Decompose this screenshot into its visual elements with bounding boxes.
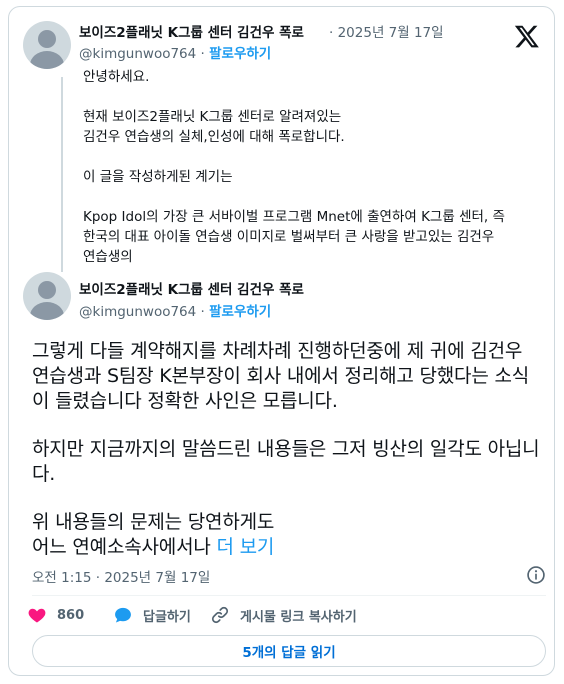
x-logo-icon[interactable] — [514, 23, 540, 49]
separator-dot: · — [200, 46, 205, 62]
embedded-tweet-card: 보이즈2플래닛 K그룹 센터 김건우 폭로 · 2025년 7월 17일 @ki… — [8, 6, 555, 676]
copy-link-button[interactable]: 게시물 링크 복사하기 — [210, 604, 357, 626]
quoted-paragraph: 현재 보이즈2플래닛 K그룹 센터로 알려져있는 김건우 연습생의 실체,인성에… — [83, 109, 345, 145]
tweet-paragraph: 그렇게 다들 계약해지를 차례차례 진행하던중에 제 귀에 김건우 연습생과 S… — [32, 340, 529, 412]
reply-button[interactable]: 답글하기 — [113, 604, 191, 626]
handle-row: @kimgunwoo764 · 팔로우하기 — [79, 300, 271, 320]
tweet-line: 어느 연예소속사에서나 — [32, 536, 211, 558]
heart-icon — [28, 608, 46, 623]
thread-line — [61, 77, 63, 272]
tweet-timestamp[interactable]: 오전 1:15 · 2025년 7월 17일 — [32, 566, 210, 586]
show-more-link[interactable]: 더 보기 — [216, 536, 274, 558]
copy-link-label: 게시물 링크 복사하기 — [240, 609, 357, 625]
post-date[interactable]: · 2025년 7월 17일 — [329, 21, 444, 41]
author-name[interactable]: 보이즈2플래닛 K그룹 센터 김건우 폭로 — [79, 21, 304, 41]
quoted-tweet-text: 안녕하세요. 현재 보이즈2플래닛 K그룹 센터로 알려져있는 김건우 연습생의… — [83, 67, 543, 287]
info-icon[interactable] — [526, 565, 546, 585]
reply-label: 답글하기 — [143, 609, 191, 625]
speech-bubble-icon — [115, 607, 131, 623]
author-name[interactable]: 보이즈2플래닛 K그룹 센터 김건우 폭로 — [79, 278, 304, 298]
separator-dot: · — [200, 304, 205, 320]
read-replies-button[interactable]: 5개의 답글 읽기 — [32, 635, 546, 667]
quoted-paragraph: Kpop Idol의 가장 큰 서바이벌 프로그램 Mnet에 출연하여 K그룹… — [83, 209, 505, 265]
author-avatar[interactable] — [23, 21, 71, 69]
tweet-paragraph: 하지만 지금까지의 말씀드린 내용들은 그저 빙산의 일각도 아닙니다. — [32, 438, 540, 485]
divider — [32, 595, 546, 596]
like-count: 860 — [57, 607, 85, 623]
link-icon — [211, 606, 229, 624]
author-handle[interactable]: @kimgunwoo764 — [79, 46, 196, 62]
handle-row: @kimgunwoo764 · 팔로우하기 — [79, 42, 271, 62]
follow-button[interactable]: 팔로우하기 — [209, 304, 271, 320]
quoted-paragraph: 안녕하세요. — [83, 69, 150, 85]
author-avatar[interactable] — [23, 272, 71, 320]
tweet-line: 위 내용들의 문제는 당연하게도 — [32, 511, 275, 533]
follow-button[interactable]: 팔로우하기 — [209, 46, 271, 62]
like-button[interactable]: 860 — [27, 604, 84, 626]
author-handle[interactable]: @kimgunwoo764 — [79, 304, 196, 320]
tweet-text: 그렇게 다들 계약해지를 차례차례 진행하던중에 제 귀에 김건우 연습생과 S… — [32, 339, 542, 560]
quoted-paragraph: 이 글을 작성하게된 계기는 — [83, 169, 233, 185]
